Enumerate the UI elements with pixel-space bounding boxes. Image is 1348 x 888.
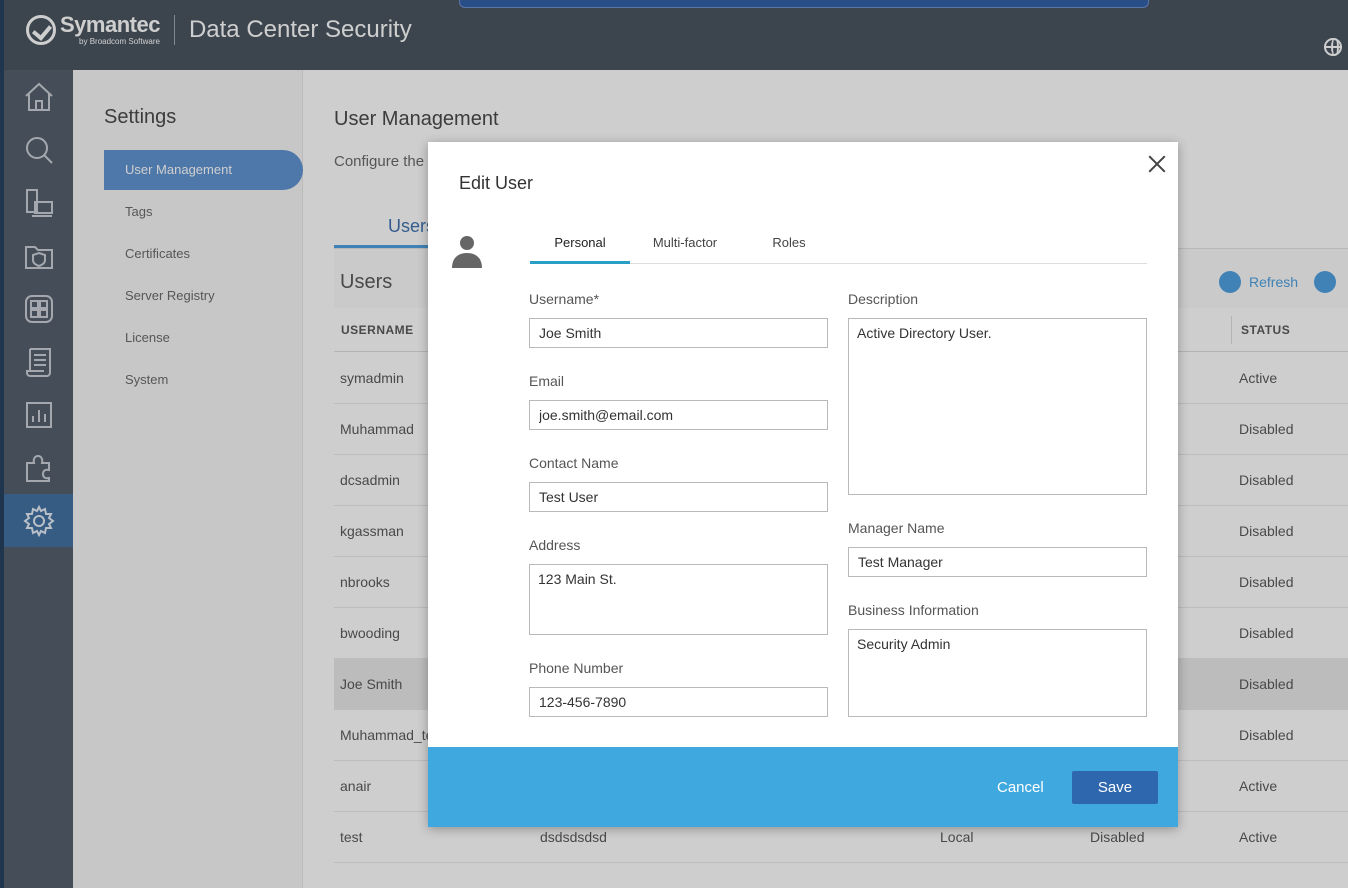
close-icon[interactable] (1146, 153, 1168, 175)
phone-number-label: Phone Number (529, 660, 624, 676)
tab-multi-factor[interactable]: Multi-factor (638, 228, 732, 264)
tab-roles[interactable]: Roles (752, 228, 826, 264)
dialog-tabs: Personal Multi-factor Roles (530, 228, 1147, 264)
email-label: Email (529, 373, 565, 389)
contact-name-field[interactable] (529, 482, 828, 512)
contact-name-label: Contact Name (529, 455, 619, 471)
phone-number-field[interactable] (529, 687, 828, 717)
address-field[interactable]: 123 Main St. (529, 564, 828, 635)
email-field[interactable] (529, 400, 828, 430)
edit-user-dialog: Edit User Personal Multi-factor Roles Us… (428, 142, 1178, 827)
cancel-button[interactable]: Cancel (997, 779, 1044, 796)
manager-name-field[interactable] (848, 547, 1147, 577)
description-field[interactable]: Active Directory User. (848, 318, 1147, 495)
manager-name-label: Manager Name (848, 520, 945, 536)
user-avatar-icon (452, 236, 482, 268)
business-information-field[interactable]: Security Admin (848, 629, 1147, 717)
business-information-label: Business Information (848, 602, 979, 618)
username-label: Username* (529, 291, 600, 307)
description-label: Description (848, 291, 919, 307)
username-field[interactable] (529, 318, 828, 348)
dialog-title: Edit User (459, 173, 534, 193)
save-button[interactable]: Save (1072, 771, 1158, 804)
address-label: Address (529, 537, 581, 553)
dialog-footer: Cancel Save (428, 747, 1178, 827)
tab-personal[interactable]: Personal (530, 228, 630, 264)
